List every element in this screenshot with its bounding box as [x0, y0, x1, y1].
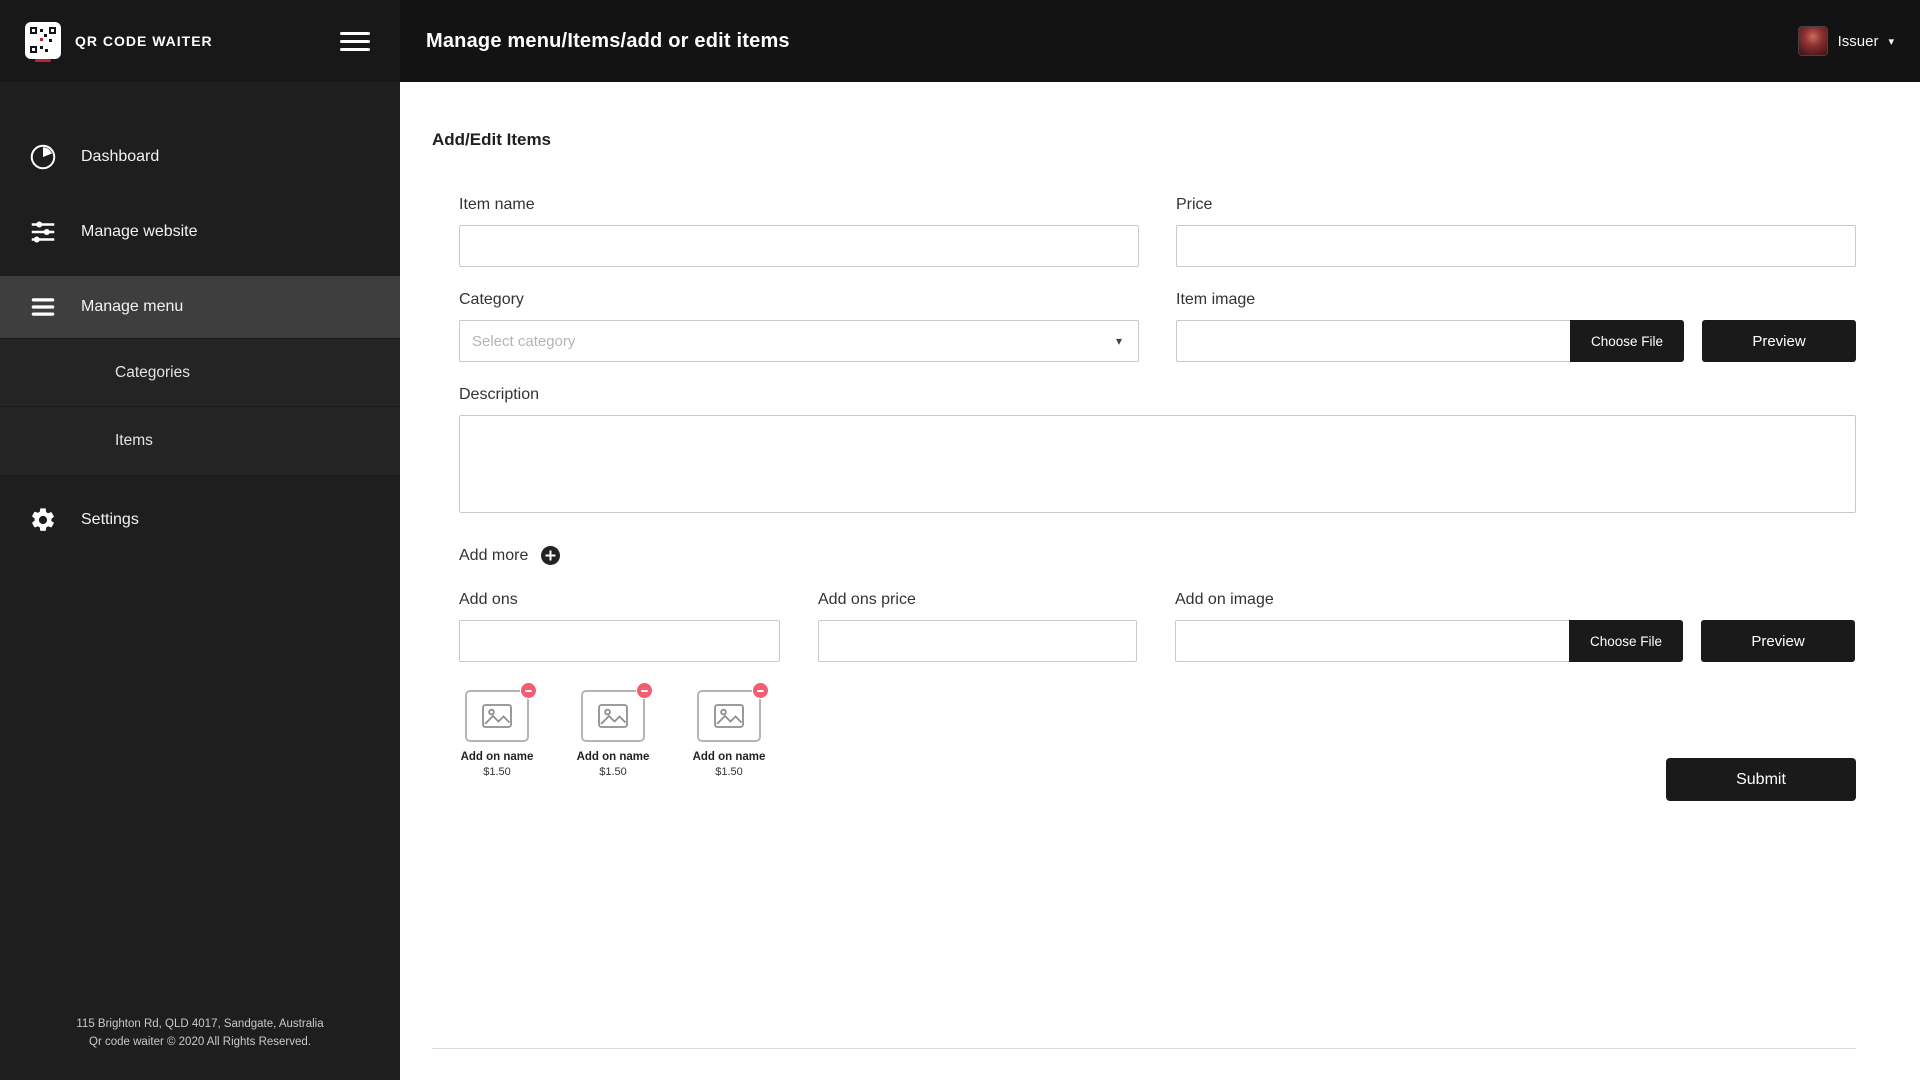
sidebar-toggle-icon[interactable] — [336, 28, 374, 55]
addon-price: $1.50 — [483, 766, 511, 778]
footer-copyright: Qr code waiter © 2020 All Rights Reserve… — [89, 1036, 311, 1049]
remove-addon-icon[interactable] — [521, 683, 536, 698]
footer-address: 115 Brighton Rd, QLD 4017, Sandgate, Aus… — [76, 1018, 324, 1031]
addon-card: Add on name $1.50 — [691, 683, 768, 778]
addon-price: $1.50 — [715, 766, 743, 778]
sidebar-footer: 115 Brighton Rd, QLD 4017, Sandgate, Aus… — [0, 1016, 400, 1080]
sidebar-subitem-label: Categories — [115, 363, 190, 381]
item-image-preview-button[interactable]: Preview — [1702, 320, 1856, 362]
bottom-row: Add on name $1.50 Add on name $1.50 Add … — [459, 683, 1856, 801]
category-label: Category — [459, 291, 524, 308]
price-field: Price — [1176, 196, 1856, 267]
top-bar: Manage menu/Items/add or edit items Issu… — [400, 0, 1920, 82]
item-name-input[interactable] — [459, 225, 1139, 267]
description-textarea[interactable] — [459, 415, 1856, 513]
add-ons-price-input[interactable] — [818, 620, 1137, 662]
image-icon — [714, 704, 744, 728]
addon-card: Add on name $1.50 — [459, 683, 536, 778]
plus-icon — [545, 550, 556, 561]
sidebar-subitem-label: Items — [115, 432, 153, 449]
brand-name: QR CODE WAITER — [75, 33, 213, 49]
add-more-label: Add more — [459, 546, 529, 564]
addon-cards: Add on name $1.50 Add on name $1.50 Add … — [459, 683, 768, 778]
sidebar-item-settings[interactable]: Settings — [0, 489, 400, 551]
addon-image-placeholder — [581, 690, 645, 742]
add-edit-items-card: Add/Edit Items Item name Price Category … — [432, 104, 1856, 1049]
content-area: Add/Edit Items Item name Price Category … — [400, 82, 1920, 1080]
sidebar: QR CODE WAITER Dashboard Manage website … — [0, 0, 400, 1080]
add-on-image-preview-button[interactable]: Preview — [1701, 620, 1855, 662]
main-area: Manage menu/Items/add or edit items Issu… — [400, 0, 1920, 1080]
sidebar-item-label: Manage website — [81, 223, 198, 240]
add-on-image-input[interactable] — [1175, 620, 1569, 662]
addon-card: Add on name $1.50 — [575, 683, 652, 778]
description-field: Description — [459, 386, 1856, 518]
add-on-image-choose-file-button[interactable]: Choose File — [1569, 620, 1683, 662]
sidebar-item-label: Settings — [81, 511, 139, 528]
chevron-down-icon[interactable]: ▾ — [1888, 35, 1894, 48]
user-menu[interactable]: Issuer ▾ — [1797, 26, 1894, 56]
item-image-label: Item image — [1176, 291, 1256, 308]
section-title: Add/Edit Items — [432, 130, 552, 149]
sidebar-item-label: Dashboard — [81, 148, 160, 165]
addon-name: Add on name — [692, 751, 766, 763]
addon-name: Add on name — [576, 751, 650, 763]
dashboard-icon — [25, 139, 61, 175]
item-name-label: Item name — [459, 196, 535, 213]
menu-icon — [25, 289, 61, 325]
qr-code-waiter-logo-icon — [24, 20, 62, 62]
addon-image-placeholder — [697, 690, 761, 742]
addon-image-placeholder — [465, 690, 529, 742]
sidebar-subitem-items[interactable]: Items — [0, 407, 400, 476]
user-role-label[interactable]: Issuer — [1838, 33, 1879, 50]
image-icon — [598, 704, 628, 728]
submit-button[interactable]: Submit — [1666, 758, 1856, 801]
item-form: Item name Price Category Select category — [432, 196, 1856, 801]
add-ons-field: Add ons — [459, 591, 780, 662]
sidebar-item-label: Manage menu — [81, 298, 184, 315]
chevron-down-icon: ▾ — [1115, 334, 1122, 348]
sidebar-item-manage-website[interactable]: Manage website — [0, 201, 400, 263]
item-image-input[interactable] — [1176, 320, 1570, 362]
category-field: Category Select category ▾ — [459, 291, 1139, 362]
add-ons-input[interactable] — [459, 620, 780, 662]
gear-icon — [25, 502, 61, 538]
item-image-choose-file-button[interactable]: Choose File — [1570, 320, 1684, 362]
brand-row: QR CODE WAITER — [0, 0, 400, 82]
add-ons-price-label: Add ons price — [818, 591, 916, 608]
addon-name: Add on name — [460, 751, 534, 763]
sidebar-nav: Dashboard Manage website Manage menu Cat… — [0, 126, 400, 564]
description-label: Description — [459, 386, 540, 403]
manage-menu-subnav: Categories Items — [0, 338, 400, 476]
avatar[interactable] — [1797, 26, 1828, 56]
category-select-placeholder: Select category — [472, 332, 576, 350]
sidebar-item-dashboard[interactable]: Dashboard — [0, 126, 400, 188]
add-more-row: Add more — [459, 546, 1856, 565]
add-more-button[interactable] — [541, 546, 561, 565]
item-image-field: Item image Choose File Preview — [1176, 291, 1856, 362]
add-ons-label: Add ons — [459, 591, 518, 608]
addon-price: $1.50 — [599, 766, 627, 778]
add-on-image-label: Add on image — [1175, 591, 1274, 608]
category-select[interactable]: Select category ▾ — [459, 320, 1139, 362]
price-input[interactable] — [1176, 225, 1856, 267]
sidebar-item-manage-menu[interactable]: Manage menu — [0, 276, 400, 338]
sliders-icon — [25, 214, 61, 250]
item-name-field: Item name — [459, 196, 1139, 267]
add-ons-price-field: Add ons price — [818, 591, 1137, 662]
price-label: Price — [1176, 196, 1213, 213]
sidebar-subitem-categories[interactable]: Categories — [0, 338, 400, 407]
page-title: Manage menu/Items/add or edit items — [426, 29, 790, 52]
remove-addon-icon[interactable] — [637, 683, 652, 698]
image-icon — [482, 704, 512, 728]
add-on-image-field: Add on image Choose File Preview — [1175, 591, 1855, 662]
remove-addon-icon[interactable] — [753, 683, 768, 698]
